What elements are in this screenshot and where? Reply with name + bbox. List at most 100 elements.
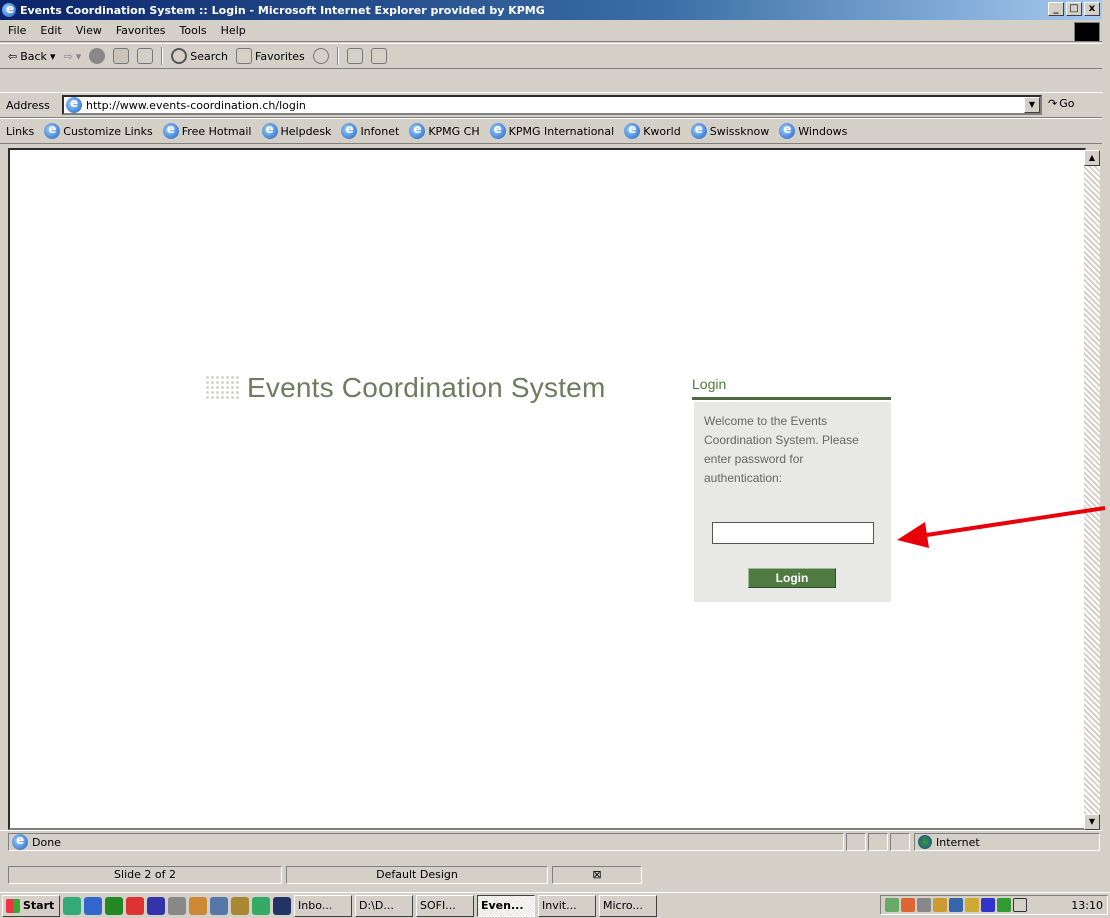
link-kworld[interactable]: Kworld bbox=[624, 122, 681, 139]
slide-indicator: Slide 2 of 2 bbox=[8, 866, 282, 884]
ie-link-icon bbox=[162, 122, 179, 139]
link-label: KPMG CH bbox=[428, 124, 480, 138]
search-button[interactable]: Search bbox=[171, 48, 228, 64]
ie-link-icon bbox=[690, 122, 707, 139]
start-label: Start bbox=[23, 899, 55, 912]
link-kpmg-ch[interactable]: KPMG CH bbox=[409, 122, 480, 139]
tray-icon[interactable] bbox=[885, 898, 899, 912]
mail-icon[interactable] bbox=[346, 48, 363, 64]
tray-icon[interactable] bbox=[949, 898, 963, 912]
link-helpdesk[interactable]: Helpdesk bbox=[261, 122, 331, 139]
task-label: SOFI... bbox=[420, 899, 456, 912]
ie-icon[interactable] bbox=[84, 896, 102, 915]
favorites-button[interactable]: Favorites bbox=[236, 48, 305, 64]
desktop-icon[interactable] bbox=[63, 896, 81, 915]
info-icon[interactable] bbox=[273, 896, 291, 915]
language-icon[interactable] bbox=[981, 898, 995, 912]
task-explorer[interactable]: D:\D... bbox=[355, 894, 413, 917]
red-arrow-annotation bbox=[897, 506, 1106, 548]
go-arrow-icon: ↷ bbox=[1048, 97, 1058, 110]
ie-link-icon bbox=[261, 122, 278, 139]
menu-view[interactable]: View bbox=[76, 24, 102, 37]
ie-link-icon bbox=[624, 122, 641, 139]
refresh-icon[interactable] bbox=[113, 48, 130, 64]
ie-link-icon bbox=[44, 122, 61, 139]
page-viewport bbox=[8, 148, 1086, 830]
design-indicator: Default Design bbox=[286, 866, 548, 884]
go-label: Go bbox=[1059, 97, 1075, 110]
task-inbox[interactable]: Inbo... bbox=[294, 894, 352, 917]
vertical-scrollbar[interactable]: ▲ ▼ bbox=[1084, 150, 1100, 830]
windows-logo-icon bbox=[6, 898, 20, 913]
welcome-text: Welcome to the Events Coordination Syste… bbox=[704, 414, 859, 485]
back-button[interactable]: ⇦ Back ▾ bbox=[8, 50, 55, 63]
link-label: Kworld bbox=[643, 124, 681, 138]
app-icon[interactable] bbox=[252, 896, 270, 915]
scroll-down-button[interactable]: ▼ bbox=[1084, 814, 1100, 830]
task-events[interactable]: Even... bbox=[477, 894, 535, 917]
word-icon[interactable] bbox=[147, 896, 165, 915]
app-icon[interactable] bbox=[168, 896, 186, 915]
link-free-hotmail[interactable]: Free Hotmail bbox=[162, 122, 252, 139]
close-button[interactable]: x bbox=[1084, 2, 1100, 16]
start-button[interactable]: Start bbox=[2, 894, 60, 917]
forward-button[interactable]: ⇨ ▾ bbox=[63, 50, 81, 63]
excel-icon[interactable] bbox=[105, 896, 123, 915]
tray-icon[interactable] bbox=[933, 898, 947, 912]
status-text: Done bbox=[32, 835, 61, 849]
zone-text: Internet bbox=[936, 835, 980, 849]
scroll-up-button[interactable]: ▲ bbox=[1084, 150, 1100, 166]
task-label: Even... bbox=[481, 899, 524, 912]
volume-icon[interactable] bbox=[917, 898, 931, 912]
window-title-bar[interactable]: Events Coordination System :: Login - Mi… bbox=[0, 0, 1102, 20]
menu-help[interactable]: Help bbox=[221, 24, 246, 37]
home-icon[interactable] bbox=[137, 48, 154, 64]
login-button[interactable]: Login bbox=[748, 568, 836, 588]
app-icon[interactable] bbox=[189, 896, 207, 915]
link-infonet[interactable]: Infonet bbox=[341, 122, 399, 139]
address-url: http://www.events-coordination.ch/login bbox=[86, 98, 306, 112]
tray-icon[interactable] bbox=[965, 898, 979, 912]
tray-icon[interactable] bbox=[901, 898, 915, 912]
link-swissknow[interactable]: Swissknow bbox=[690, 122, 769, 139]
menu-tools[interactable]: Tools bbox=[180, 24, 207, 37]
history-icon[interactable] bbox=[312, 48, 329, 64]
system-tray: 13:10 bbox=[880, 895, 1108, 915]
status-text-panel: Done bbox=[8, 833, 844, 851]
menu-edit[interactable]: Edit bbox=[40, 24, 61, 37]
task-sofi[interactable]: SOFI... bbox=[416, 894, 474, 917]
task-invite[interactable]: Invit... bbox=[538, 894, 596, 917]
link-customize-links[interactable]: Customize Links bbox=[44, 122, 153, 139]
forward-arrow-icon: ⇨ bbox=[63, 49, 73, 63]
tray-icon[interactable] bbox=[997, 898, 1011, 912]
link-kpmg-international[interactable]: KPMG International bbox=[489, 122, 614, 139]
login-heading: Login bbox=[692, 374, 891, 400]
favorites-label: Favorites bbox=[255, 49, 305, 63]
powerpoint-icon[interactable] bbox=[126, 896, 144, 915]
ie-link-icon bbox=[779, 122, 796, 139]
minimize-button[interactable]: _ bbox=[1048, 2, 1064, 16]
go-button[interactable]: ↷ Go bbox=[1048, 97, 1074, 110]
links-label: Links bbox=[6, 124, 35, 138]
task-label: Invit... bbox=[542, 899, 577, 912]
app-icon[interactable] bbox=[210, 896, 228, 915]
print-icon[interactable] bbox=[370, 48, 387, 64]
links-bar: Links Customize Links Free Hotmail Helpd… bbox=[0, 118, 1102, 144]
page-icon bbox=[66, 96, 82, 113]
mail-icon[interactable] bbox=[1013, 898, 1027, 912]
menu-file[interactable]: File bbox=[8, 24, 26, 37]
password-input[interactable] bbox=[712, 522, 874, 544]
status-panel bbox=[890, 833, 910, 851]
link-windows[interactable]: Windows bbox=[779, 122, 847, 139]
spellcheck-icon: ⊠ bbox=[552, 866, 642, 884]
login-panel: Welcome to the Events Coordination Syste… bbox=[694, 402, 891, 602]
app-icon[interactable] bbox=[231, 896, 249, 915]
maximize-button[interactable]: □ bbox=[1066, 2, 1082, 16]
menu-favorites[interactable]: Favorites bbox=[116, 24, 166, 37]
stop-icon[interactable] bbox=[89, 48, 106, 64]
task-microsoft[interactable]: Micro... bbox=[599, 894, 657, 917]
logo-text: Events Coordination System bbox=[247, 372, 606, 403]
address-dropdown-button[interactable]: ▼ bbox=[1024, 97, 1040, 113]
address-label: Address bbox=[6, 98, 50, 112]
address-input[interactable]: http://www.events-coordination.ch/login bbox=[62, 95, 1042, 115]
